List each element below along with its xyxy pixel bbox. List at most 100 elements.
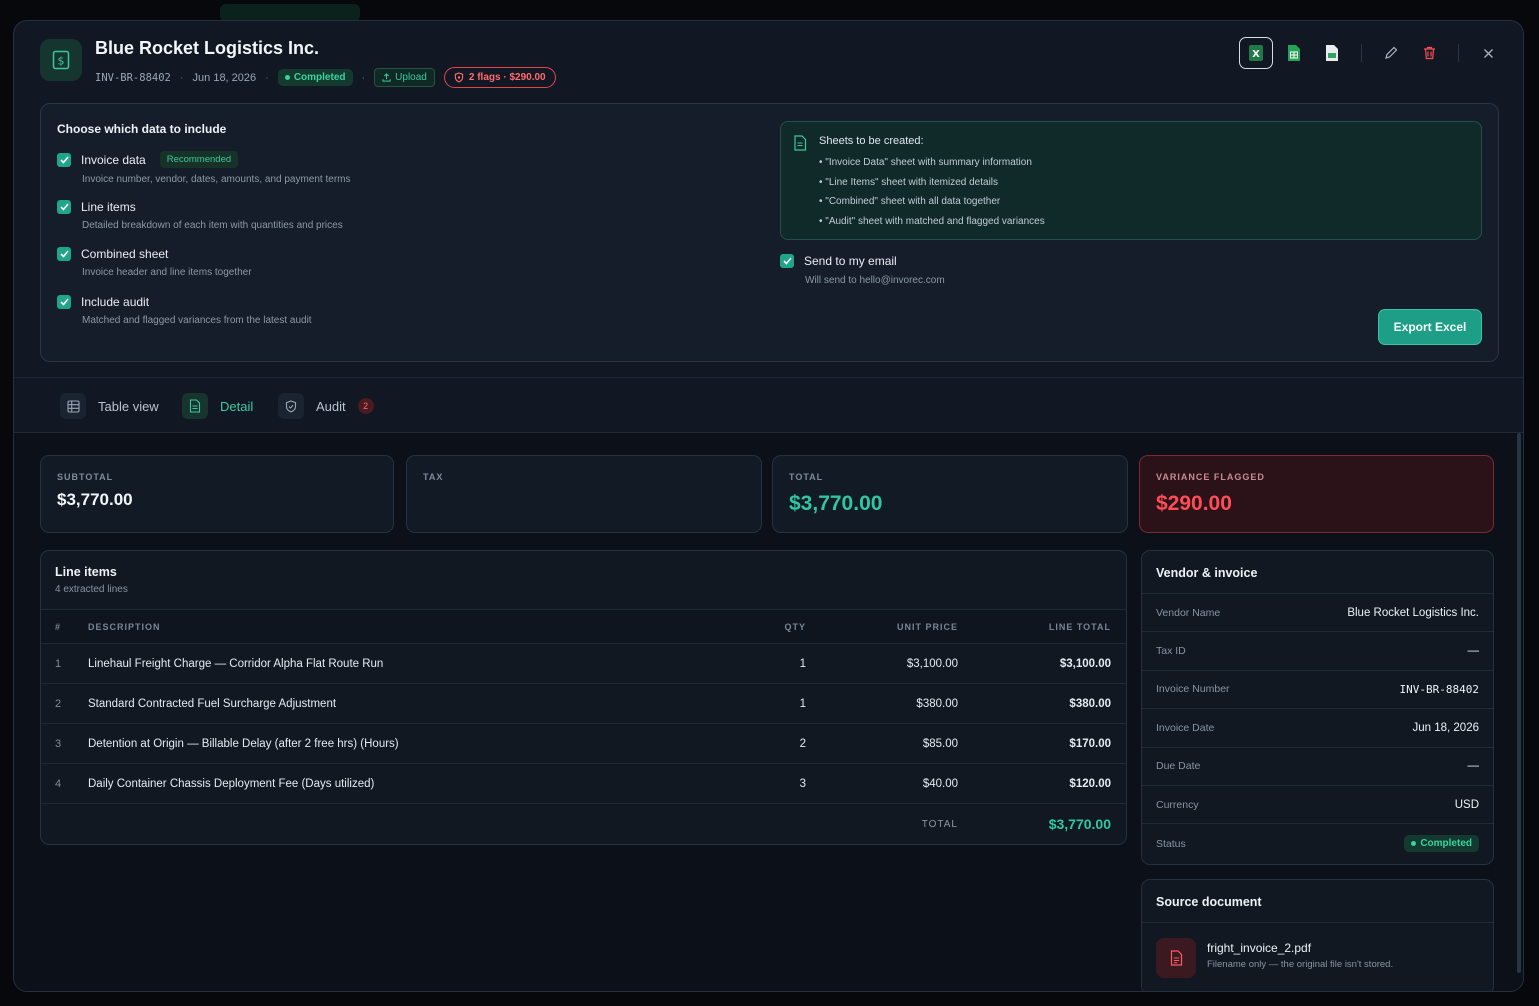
flags-badge[interactable]: 2 flags · $290.00 (443, 67, 556, 88)
field-label: Due Date (1156, 760, 1201, 773)
tax-card: TAX (406, 455, 762, 533)
vendor-card-title: Vendor & invoice (1142, 551, 1493, 594)
tab-audit[interactable]: Audit 2 (268, 378, 384, 434)
view-tabs: Table view Detail Audit 2 (14, 377, 1523, 435)
stat-label: TOTAL (789, 472, 824, 482)
invoice-date: Jun 18, 2026 (192, 71, 257, 84)
invoice-icon: $ (40, 39, 82, 81)
option-invoice-data: Invoice data Recommended Invoice number,… (57, 151, 350, 185)
row-line-total: $380.00 (958, 683, 1126, 724)
total-card: TOTAL $3,770.00 (772, 455, 1128, 533)
export-excel-button[interactable]: Export Excel (1378, 309, 1482, 345)
sheets-list: • "Invoice Data" sheet with summary info… (819, 157, 1045, 235)
source-filename: fright_invoice_2.pdf (1207, 941, 1312, 955)
field-value: Blue Rocket Logistics Inc. (1347, 606, 1479, 619)
option-desc: Matched and flagged variances from the l… (82, 315, 312, 326)
stat-label: SUBTOTAL (57, 472, 114, 482)
line-items-checkbox[interactable] (57, 200, 71, 214)
tab-label: Audit (316, 398, 346, 414)
stat-label: TAX (423, 472, 444, 482)
invoice-data-checkbox[interactable] (57, 152, 71, 167)
close-icon (1483, 48, 1493, 58)
option-desc: Invoice number, vendor, dates, amounts, … (82, 174, 351, 185)
vendor-row-invoice-date: Invoice Date Jun 18, 2026 (1142, 709, 1493, 748)
status-badge: Completed (1404, 835, 1479, 853)
send-email-checkbox[interactable] (780, 254, 794, 268)
detail-content: SUBTOTAL $3,770.00 TAX TOTAL $3,770.00 V… (14, 433, 1523, 991)
table-row: 4 Daily Container Chassis Deployment Fee… (41, 763, 1126, 804)
empty-cell (716, 804, 816, 845)
sheets-icon (1288, 45, 1300, 61)
modal-header: $ Blue Rocket Logistics Inc. INV-BR-8840… (14, 21, 1523, 103)
combined-sheet-checkbox[interactable] (57, 247, 71, 261)
upload-icon (382, 73, 391, 82)
field-value: — (1467, 645, 1480, 658)
option-include-audit: Include audit Matched and flagged varian… (57, 295, 312, 326)
sheet-item: • "Audit" sheet with matched and flagged… (819, 215, 1045, 227)
include-audit-checkbox[interactable] (57, 295, 71, 309)
status-dot (284, 75, 290, 80)
svg-text:X: X (1252, 49, 1260, 60)
email-label: Send to my email (804, 254, 897, 268)
option-label: Combined sheet (81, 247, 169, 261)
sheets-title: Sheets to be created: (819, 135, 924, 147)
subtotal-value: $3,770.00 (57, 490, 133, 509)
trash-icon (1423, 46, 1435, 60)
field-value: — (1467, 760, 1480, 773)
close-button[interactable] (1471, 37, 1505, 69)
vendor-title: Blue Rocket Logistics Inc. (95, 38, 320, 58)
document-icon (182, 393, 208, 419)
toolbar-divider (1458, 44, 1459, 62)
header-toolbar: X (1239, 37, 1505, 69)
table-row: 3 Detention at Origin — Billable Delay (… (41, 723, 1126, 764)
field-label: Status (1156, 837, 1186, 850)
pencil-icon (1385, 46, 1398, 59)
invoice-number: INV-BR-88402 (95, 71, 171, 84)
shield-icon (278, 393, 304, 419)
scrollbar[interactable] (1517, 433, 1521, 973)
invoice-modal: $ Blue Rocket Logistics Inc. INV-BR-8840… (13, 20, 1524, 992)
tab-table-view[interactable]: Table view (50, 378, 169, 434)
audit-count-badge: 2 (357, 398, 374, 414)
check-icon (59, 298, 69, 306)
field-value: Jun 18, 2026 (1412, 721, 1479, 734)
variance-value: $290.00 (1156, 492, 1232, 515)
svg-text:$: $ (58, 55, 65, 68)
line-items-card: Line items 4 extracted lines # DESCRIPTI… (40, 550, 1127, 845)
col-index: # (41, 609, 88, 644)
row-qty: 2 (716, 723, 816, 764)
vendor-row-name: Vendor Name Blue Rocket Logistics Inc. (1142, 594, 1493, 633)
col-description: DESCRIPTION (88, 609, 716, 644)
edit-button[interactable] (1374, 37, 1408, 69)
row-qty: 1 (716, 683, 816, 724)
row-index: 3 (41, 723, 88, 764)
row-description: Daily Container Chassis Deployment Fee (… (88, 763, 716, 804)
field-label: Invoice Number (1156, 683, 1230, 696)
row-unit-price: $85.00 (816, 723, 958, 764)
row-index: 4 (41, 763, 88, 804)
stat-label: VARIANCE FLAGGED (1156, 472, 1265, 482)
status-dot (1411, 841, 1417, 847)
sheets-info-box: Sheets to be created: • "Invoice Data" s… (780, 121, 1482, 240)
row-unit-price: $380.00 (816, 683, 958, 724)
separator-dot: · (179, 71, 184, 84)
sheets-export-button[interactable] (1277, 37, 1311, 69)
status-label: Completed (1420, 838, 1472, 850)
toolbar-divider (1361, 44, 1362, 62)
option-combined-sheet: Combined sheet Invoice header and line i… (57, 247, 252, 278)
field-label: Vendor Name (1156, 606, 1221, 619)
excel-export-button[interactable]: X (1239, 37, 1273, 69)
vendor-row-status: Status Completed (1142, 824, 1493, 862)
excel-icon: X (1249, 45, 1263, 61)
csv-export-button[interactable] (1315, 37, 1349, 69)
recommended-tag: Recommended (159, 151, 239, 168)
table-total-row: TOTAL $3,770.00 (41, 804, 1126, 845)
row-line-total: $170.00 (958, 723, 1126, 764)
col-unit-price: UNIT PRICE (816, 609, 958, 644)
total-label: TOTAL (921, 818, 958, 830)
source-label: Upload (395, 72, 427, 83)
delete-button[interactable] (1412, 37, 1446, 69)
tab-detail[interactable]: Detail (172, 378, 264, 435)
field-label: Currency (1156, 798, 1199, 811)
field-label: Invoice Date (1156, 721, 1215, 734)
